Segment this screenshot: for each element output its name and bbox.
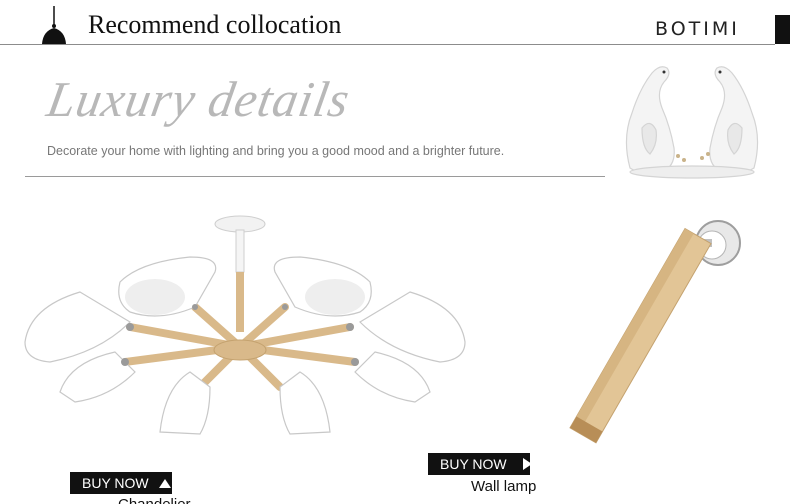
section-title: Recommend collocation [88, 10, 342, 39]
arrow-up-icon [158, 478, 171, 488]
banner-subtitle: Decorate your home with lighting and bri… [47, 144, 505, 158]
banner-divider [25, 176, 605, 177]
buy-now-label: BUY NOW [82, 475, 149, 491]
wall-lamp-caption: Wall lamp [471, 478, 537, 495]
chandelier-caption: Chandelier [118, 496, 191, 504]
chandelier-image [24, 215, 466, 435]
header-divider [0, 44, 775, 45]
pendant-lamp-icon [42, 6, 66, 44]
chandelier-buy-now-button[interactable]: BUY NOW [70, 472, 172, 494]
brand-bar [775, 15, 790, 44]
banner-title: Luxury details [43, 71, 355, 127]
wall-lamp-buy-now-button[interactable]: BUY NOW [428, 453, 532, 475]
wall-lamp-image [569, 220, 741, 444]
brand-logo: BOTIMI [655, 18, 740, 40]
swan-figurines-image [625, 66, 759, 179]
arrow-right-icon [522, 458, 532, 470]
page-header: Recommend collocation BOTIMI [0, 0, 790, 50]
buy-now-label: BUY NOW [440, 456, 507, 472]
